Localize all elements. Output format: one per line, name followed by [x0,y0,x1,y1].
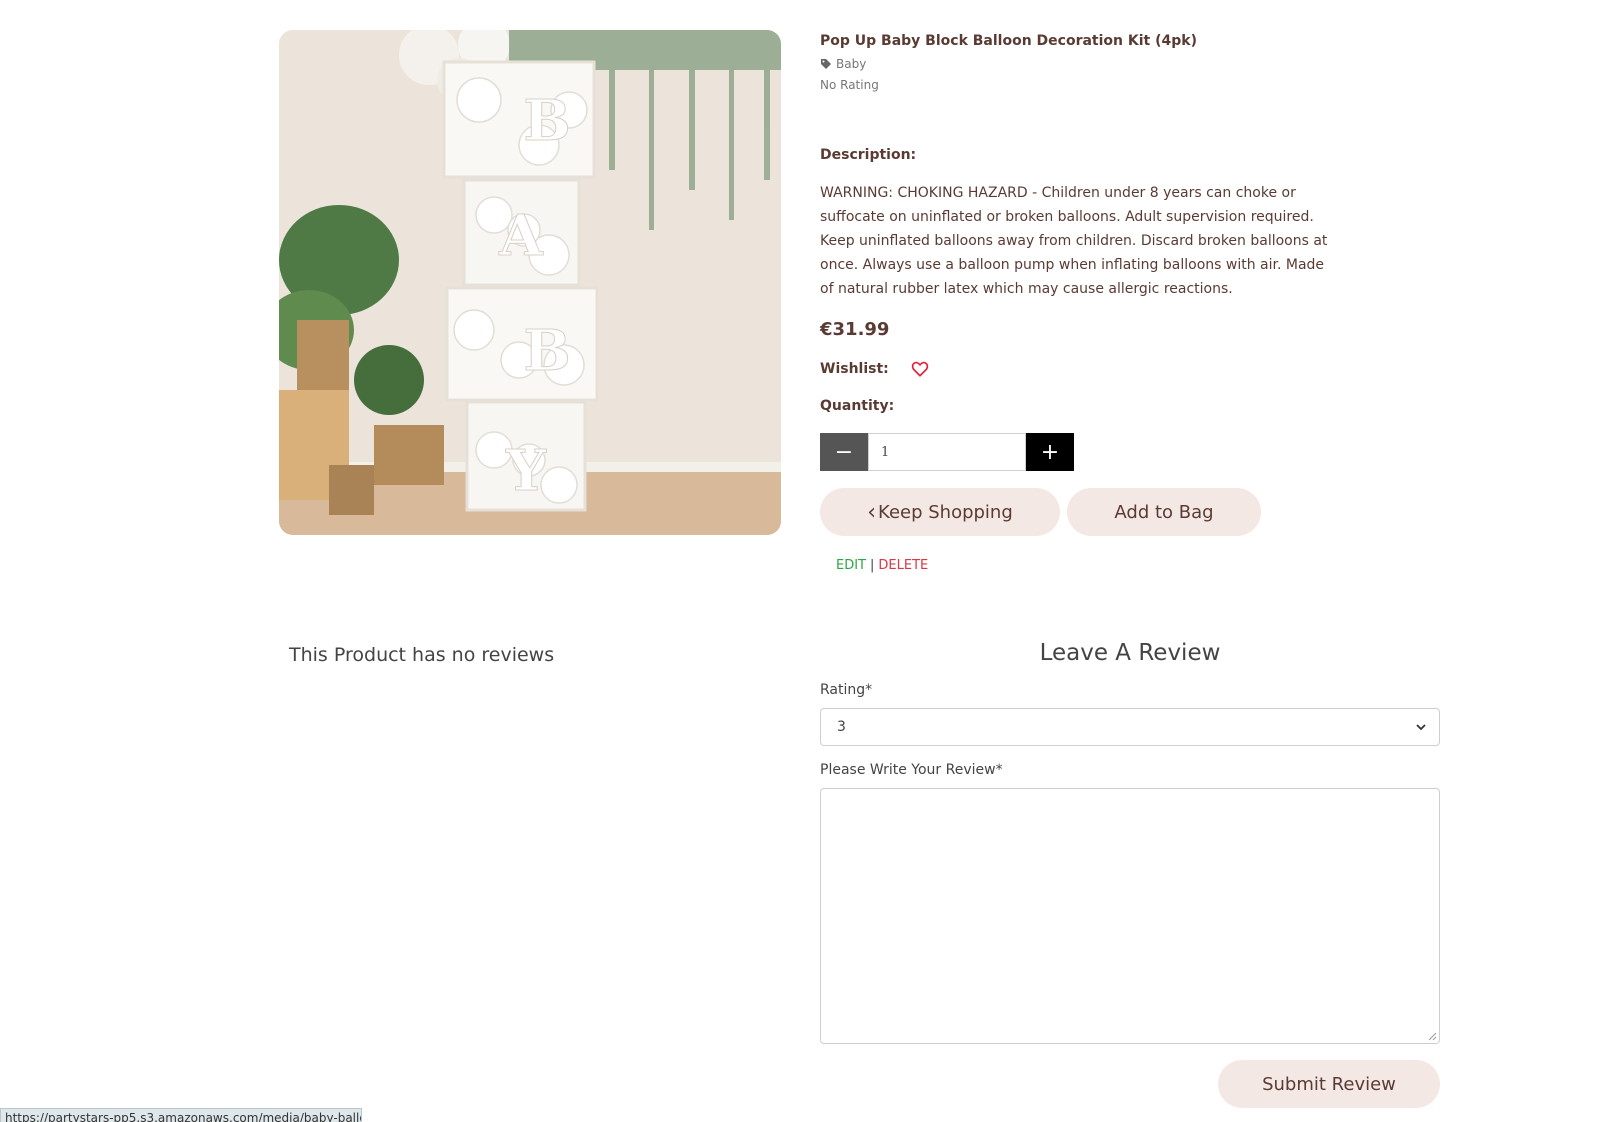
image-letter-b1: B [523,88,570,154]
product-photo: B A B Y [279,30,781,535]
review-form: Leave A Review Rating* 3 Please Write Yo… [820,640,1440,1108]
admin-links: EDIT | DELETE [836,558,1340,573]
rating-label: Rating* [820,682,873,698]
no-reviews-text: This Product has no reviews [289,644,555,666]
rating-selected-value: 3 [837,719,846,735]
keep-shopping-label: Keep Shopping [878,501,1013,523]
submit-row: Submit Review [820,1060,1440,1108]
quantity-input[interactable] [868,433,1026,471]
status-bar-url: https://partystars-pp5.s3.amazonaws.com/… [0,1108,362,1122]
review-heading: Leave A Review [1039,640,1221,666]
description-label: Description: [820,147,917,163]
quantity-stepper: − + [820,433,1074,471]
action-buttons: ‹ Keep Shopping Add to Bag [820,488,1340,536]
add-to-bag-button[interactable]: Add to Bag [1067,488,1261,536]
delete-link[interactable]: DELETE [878,558,928,573]
rating-select[interactable]: 3 [820,708,1440,746]
chevron-down-icon [1416,724,1426,731]
review-label: Please Write Your Review* [820,762,1003,778]
edit-link[interactable]: EDIT [836,558,866,573]
quantity-label: Quantity: [820,398,895,414]
product-rating: No Rating [820,78,879,92]
product-details: Pop Up Baby Block Balloon Decoration Kit… [820,30,1340,573]
wishlist-row: Wishlist: [820,360,1340,378]
tag-icon [821,59,831,69]
resize-grip-icon[interactable] [1427,1031,1437,1041]
chevron-left-icon: ‹ [867,499,877,525]
image-letter-a: A [498,203,544,269]
keep-shopping-button[interactable]: ‹ Keep Shopping [820,488,1060,536]
increment-button[interactable]: + [1026,433,1074,471]
product-image[interactable]: B A B Y [279,30,781,535]
decrement-button[interactable]: − [820,433,868,471]
review-textarea[interactable] [820,788,1440,1044]
wishlist-label: Wishlist: [820,361,889,377]
image-letter-y: Y [505,438,547,504]
category-label: Baby [836,57,867,71]
product-category[interactable]: Baby [820,57,1340,71]
description-text: WARNING: CHOKING HAZARD - Children under… [820,185,1328,297]
heart-outline-icon[interactable] [911,360,929,378]
product-title: Pop Up Baby Block Balloon Decoration Kit… [820,33,1197,49]
admin-separator: | [870,558,875,573]
image-letter-b2: B [523,318,570,384]
submit-review-button[interactable]: Submit Review [1218,1060,1440,1108]
product-price: €31.99 [820,319,890,340]
